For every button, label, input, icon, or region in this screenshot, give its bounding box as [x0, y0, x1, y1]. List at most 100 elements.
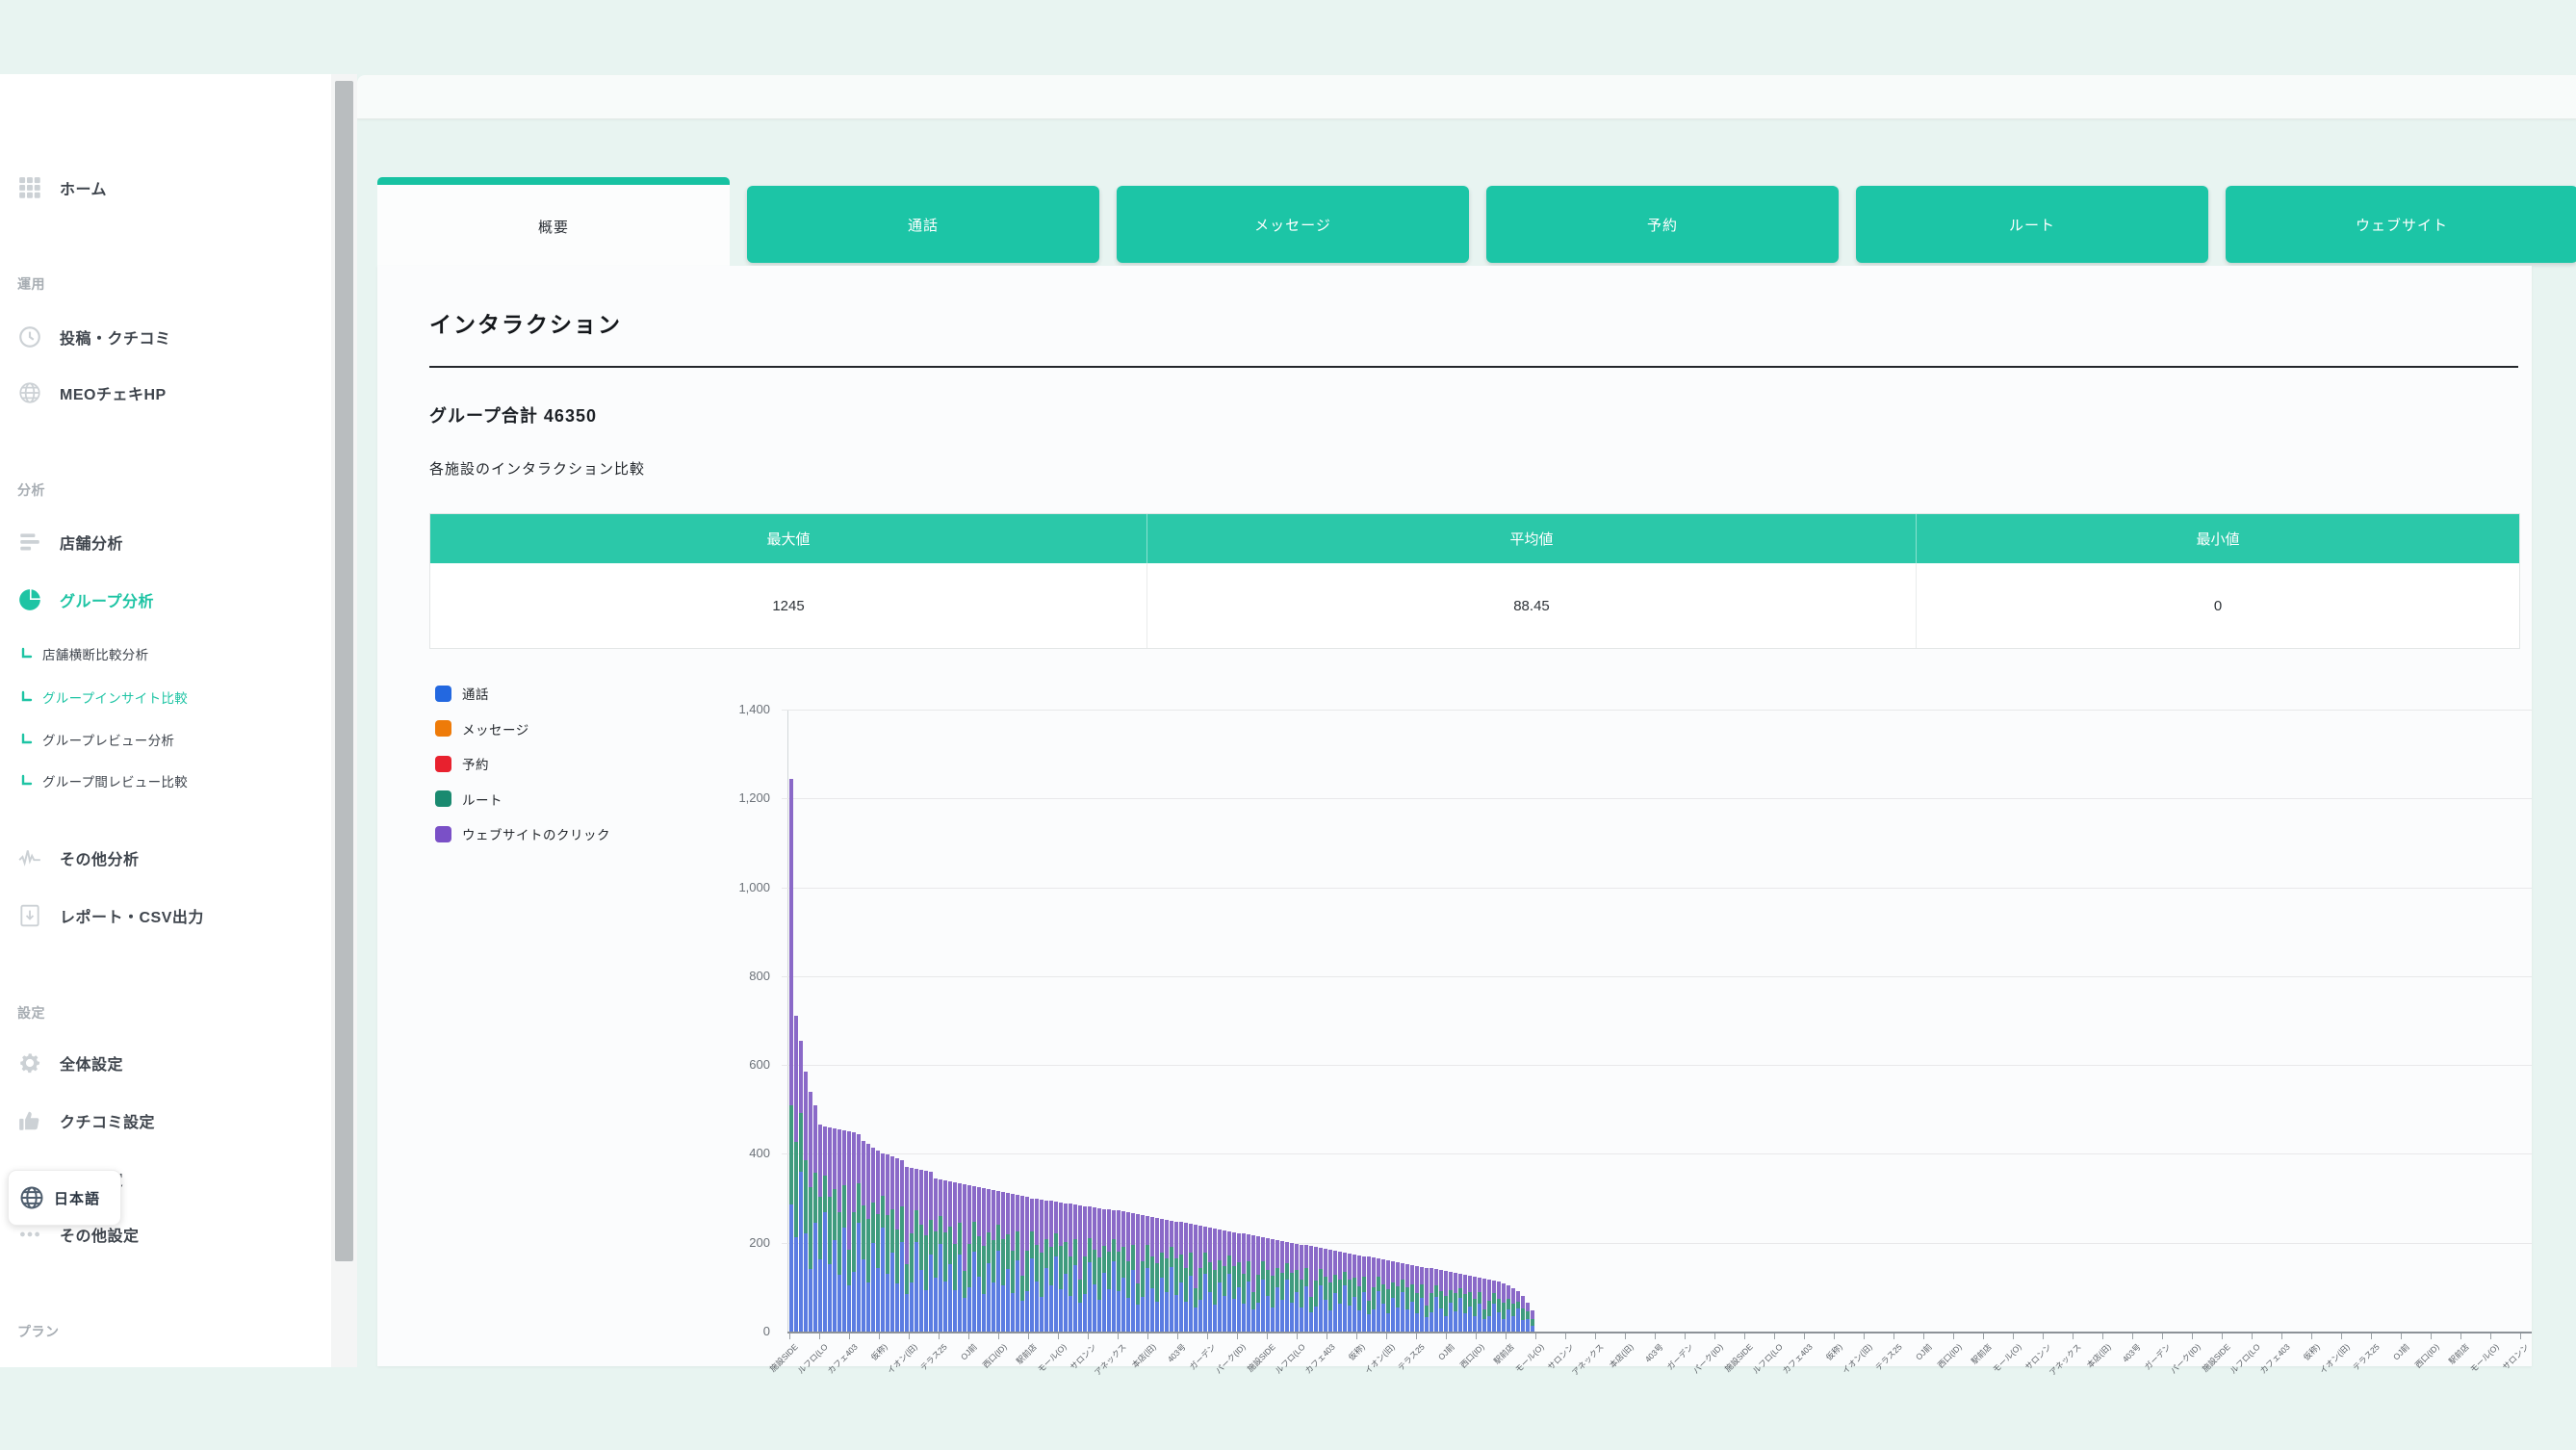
bar-segment-web — [789, 779, 793, 1105]
bar-segment-route — [1319, 1269, 1323, 1286]
bar-segment-call — [1516, 1308, 1520, 1332]
sidebar-scrollbar-thumb[interactable] — [335, 81, 353, 1261]
bar-segment-call — [1155, 1302, 1159, 1332]
sidebar-item-home[interactable]: ホーム — [0, 171, 331, 204]
bar-segment-web — [818, 1125, 822, 1197]
legend-item-通話[interactable]: 通話 — [435, 684, 489, 703]
legend-item-予約[interactable]: 予約 — [435, 754, 489, 773]
bar-segment-route — [1146, 1245, 1149, 1268]
bar-segment-route — [1218, 1260, 1222, 1283]
bar-segment-route — [1097, 1257, 1101, 1300]
sidebar-item-label: 分析 — [17, 480, 45, 500]
bar-segment-web — [1112, 1210, 1116, 1239]
tab-予約[interactable]: 予約 — [1486, 186, 1839, 263]
legend-item-ルート[interactable]: ルート — [435, 790, 502, 809]
bar-segment-route — [1526, 1311, 1530, 1318]
bar-segment-route — [1324, 1277, 1327, 1300]
bar-segment-route — [1165, 1258, 1169, 1292]
bar-segment-web — [1405, 1264, 1409, 1287]
bar-segment-route — [943, 1232, 947, 1282]
bar-segment-web — [1271, 1239, 1275, 1276]
bar-segment-call — [1300, 1308, 1303, 1332]
bar-segment-route — [1242, 1274, 1246, 1304]
bar-segment-web — [1160, 1219, 1164, 1253]
tab-概要[interactable]: 概要 — [377, 185, 730, 268]
bar-segment-web — [1136, 1214, 1140, 1283]
bar-segment-route — [1083, 1256, 1087, 1294]
tab-ウェブサイト[interactable]: ウェブサイト — [2226, 186, 2576, 263]
bar-segment-route — [1049, 1247, 1053, 1286]
bar-segment-route — [828, 1197, 832, 1264]
x-tick — [2460, 1333, 2461, 1339]
legend-item-ウェブサイトのクリック[interactable]: ウェブサイトのクリック — [435, 824, 610, 843]
bar-segment-call — [1468, 1307, 1472, 1332]
title-underline — [429, 366, 2518, 368]
x-tick — [2192, 1333, 2193, 1339]
bar-segment-route — [1372, 1287, 1376, 1309]
bar-segment-route — [1352, 1278, 1356, 1297]
sidebar-item-cross-store-comparison[interactable]: 店舗横断比較分析 — [0, 637, 331, 670]
sidebar-item-label: グループ分析 — [60, 588, 154, 611]
sidebar-item-inter-group-review-comparison[interactable]: グループ間レビュー比較 — [0, 764, 331, 797]
sidebar-item-group-review-analysis[interactable]: グループレビュー分析 — [0, 723, 331, 756]
sidebar-item-label: 店舗横断比較分析 — [42, 644, 148, 663]
x-tick — [1565, 1333, 1566, 1339]
bar-segment-web — [1444, 1271, 1448, 1295]
tab-ルート[interactable]: ルート — [1856, 186, 2208, 263]
sidebar-item-other-analysis[interactable]: その他分析 — [0, 842, 331, 874]
bar-segment-route — [1011, 1251, 1015, 1293]
bar-segment-route — [1449, 1290, 1453, 1303]
bar-segment-web — [1150, 1217, 1154, 1256]
bar-segment-call — [1218, 1282, 1222, 1332]
sidebar-item-group-analysis[interactable]: グループ分析 — [0, 583, 331, 616]
y-tick-label: 200 — [701, 1235, 770, 1250]
bar-segment-call — [1324, 1300, 1327, 1332]
sidebar-item-label: 投稿・クチコミ — [60, 325, 171, 349]
tab-メッセージ[interactable]: メッセージ — [1117, 186, 1469, 263]
sidebar-item-report-csv[interactable]: レポート・CSV出力 — [0, 899, 331, 932]
x-tick — [2132, 1333, 2133, 1339]
bar-segment-route — [799, 1113, 803, 1171]
bar-segment-web — [1348, 1254, 1352, 1281]
sidebar-item-label: その他分析 — [60, 846, 140, 869]
bar-segment-call — [1511, 1316, 1515, 1332]
corner-icon — [19, 773, 35, 789]
sidebar-item-group-insight-comparison[interactable]: グループインサイト比較 — [0, 681, 331, 713]
bar-segment-route — [1102, 1246, 1106, 1273]
bar-segment-call — [943, 1282, 947, 1332]
bar-segment-route — [996, 1225, 1000, 1250]
bar-segment-web — [1093, 1207, 1096, 1250]
bar-segment-web — [1526, 1303, 1530, 1311]
bar-segment-route — [1251, 1292, 1255, 1309]
bar-segment-web — [1381, 1259, 1385, 1283]
sidebar-item-posts-reviews[interactable]: 投稿・クチコミ — [0, 321, 331, 353]
bar-segment-route — [1247, 1261, 1250, 1282]
legend-item-メッセージ[interactable]: メッセージ — [435, 719, 529, 738]
language-selector-chip[interactable]: 日本語 — [8, 1170, 121, 1226]
sidebar-item-store-analysis[interactable]: 店舗分析 — [0, 526, 331, 558]
group-total-label: グループ合計 46350 — [429, 402, 597, 427]
bar-segment-route — [900, 1206, 904, 1242]
bar-segment-call — [866, 1282, 870, 1332]
bar-segment-route — [972, 1222, 976, 1251]
bar-segment-web — [1521, 1296, 1525, 1308]
sidebar-item-global-settings[interactable]: 全体設定 — [0, 1047, 331, 1079]
sidebar-item-meo-cheki-hp[interactable]: MEOチェキHP — [0, 376, 331, 409]
sidebar-item-review-settings[interactable]: クチコミ設定 — [0, 1104, 331, 1137]
bar-segment-route — [1473, 1299, 1477, 1316]
bar-segment-web — [1295, 1244, 1299, 1270]
bar-segment-call — [794, 1237, 798, 1332]
bar-segment-route — [1285, 1263, 1289, 1280]
gridline — [782, 710, 2532, 711]
bar-segment-call — [1049, 1285, 1053, 1332]
bar-segment-call — [1102, 1273, 1106, 1332]
tab-通話[interactable]: 通話 — [747, 186, 1099, 263]
stats-table-header-row: 最大値平均値最小値 — [430, 514, 2519, 563]
bar-segment-route — [1338, 1280, 1342, 1304]
legend-label: メッセージ — [462, 719, 529, 738]
bar-segment-web — [1425, 1268, 1429, 1306]
bar-segment-web — [862, 1141, 865, 1206]
legend-label: 予約 — [462, 754, 489, 773]
bar-segment-web — [1439, 1270, 1443, 1291]
bar-segment-call — [914, 1242, 918, 1332]
